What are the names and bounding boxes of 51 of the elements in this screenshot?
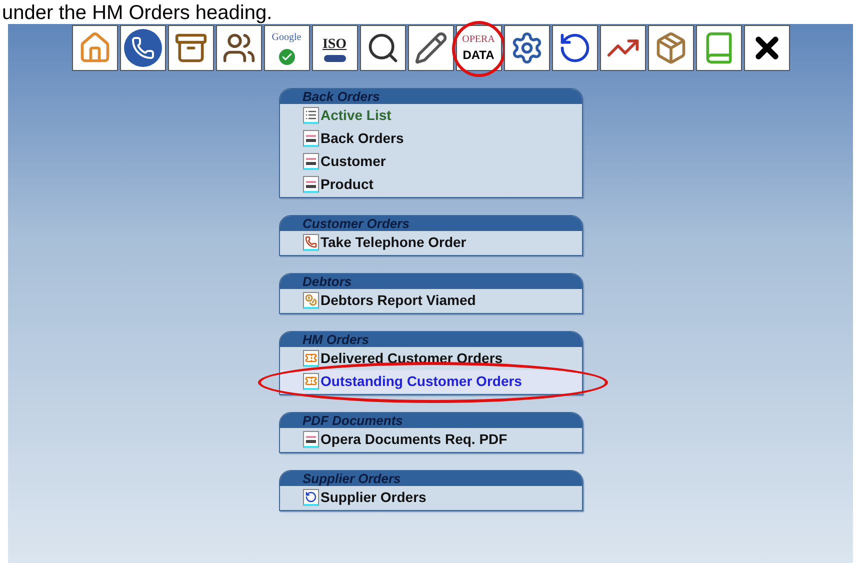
ticket-icon (302, 373, 318, 390)
menu-link[interactable]: Opera Documents Req. PDF (280, 428, 582, 451)
refresh-icon (302, 489, 318, 506)
menu-link[interactable]: Product (280, 173, 582, 196)
google-icon[interactable]: Google (264, 25, 310, 71)
chest-icon (174, 31, 208, 65)
close-button[interactable] (744, 25, 790, 71)
menu-link[interactable]: Debtors Report Viamed (280, 289, 582, 312)
caption-text: under the HM Orders heading. (2, 2, 272, 24)
home-button[interactable] (72, 25, 118, 71)
list-icon (302, 107, 318, 124)
panel-title: Debtors (302, 275, 352, 288)
icon-text: ISO (322, 36, 347, 54)
pencil-icon (414, 31, 448, 65)
document-icon (302, 431, 318, 448)
check-icon (278, 49, 294, 65)
menu-link[interactable]: Active List (280, 104, 582, 127)
panel-title: Supplier Orders (302, 472, 401, 485)
gears-button[interactable] (504, 25, 550, 71)
menu-link[interactable]: Outstanding Customer Orders (280, 370, 582, 393)
users-button[interactable] (216, 25, 262, 71)
badge-icon (324, 55, 346, 62)
phone-button[interactable] (120, 25, 166, 71)
box-button[interactable] (648, 25, 694, 71)
menu-link[interactable]: Back Orders (280, 127, 582, 150)
refresh-button[interactable] (552, 25, 598, 71)
document-icon (302, 153, 318, 170)
document-icon (302, 176, 318, 193)
phone-icon (124, 29, 162, 67)
icon-text: Google (272, 31, 302, 45)
coins-icon (302, 292, 318, 309)
phone-icon (302, 234, 318, 251)
panel-title: Back Orders (302, 90, 380, 103)
panel-title: HM Orders (302, 333, 369, 346)
iso-icon[interactable]: ISO (312, 25, 358, 71)
menu-link[interactable]: Supplier Orders (280, 486, 582, 509)
book-button[interactable] (696, 25, 742, 71)
pencil-button[interactable] (408, 25, 454, 71)
menu-link[interactable]: Take Telephone Order (280, 231, 582, 254)
chart-button[interactable] (600, 25, 646, 71)
ticket-icon (302, 350, 318, 367)
opera-data-icon[interactable]: OPERA DATA (456, 25, 502, 71)
document-icon (302, 130, 318, 147)
users-icon (222, 31, 256, 65)
panel-title: Customer Orders (302, 217, 410, 230)
search-button[interactable] (360, 25, 406, 71)
panel-title: PDF Documents (302, 414, 403, 427)
menu-link[interactable]: Customer (280, 150, 582, 173)
chest-button[interactable] (168, 25, 214, 71)
icon-text: DATA (462, 49, 494, 61)
icon-text: OPERA (462, 35, 495, 45)
